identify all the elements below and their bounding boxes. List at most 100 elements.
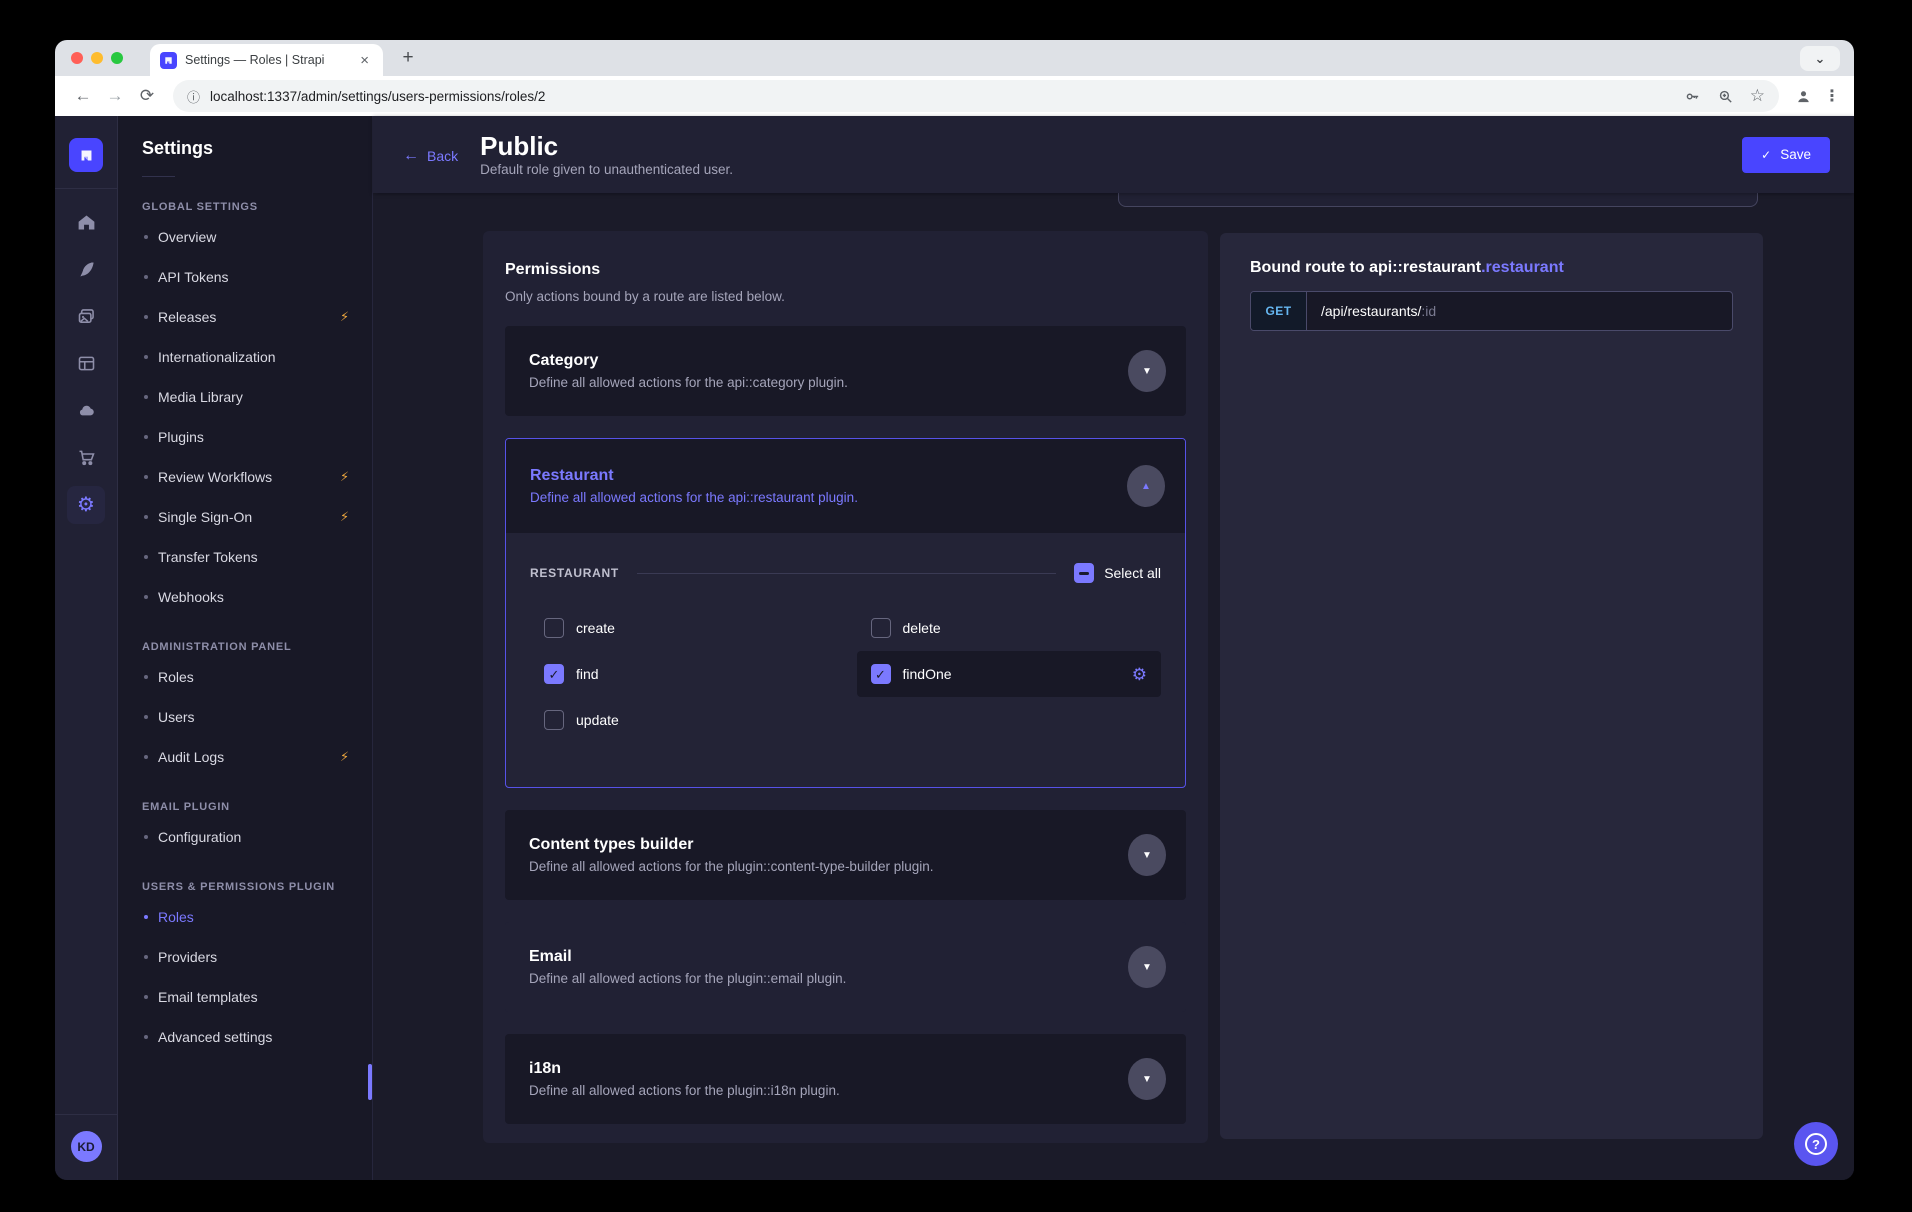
sidebar-item-media-library[interactable]: Media Library bbox=[118, 377, 372, 417]
action-update[interactable]: ✓ update bbox=[530, 697, 835, 743]
subject-divider bbox=[637, 573, 1056, 574]
sidebar-item-review-workflows[interactable]: Review Workflows⚡ bbox=[118, 457, 372, 497]
chevron-down-icon[interactable]: ▼ bbox=[1128, 1058, 1166, 1100]
browser-menu-icon[interactable]: ⋮ bbox=[1824, 86, 1840, 106]
tab-overflow-button[interactable]: ⌄ bbox=[1800, 46, 1840, 71]
advanced-settings-cog-icon[interactable]: ⚙ bbox=[1132, 666, 1147, 683]
subject-label: RESTAURANT bbox=[530, 566, 619, 580]
cloud-deploy-icon[interactable] bbox=[66, 387, 106, 434]
content-scroll-area[interactable]: Permissions Only actions bound by a rout… bbox=[373, 193, 1854, 1180]
content-type-builder-icon[interactable] bbox=[66, 340, 106, 387]
sidebar-item-up-email-templates[interactable]: Email templates bbox=[118, 977, 372, 1017]
maximize-window-button[interactable] bbox=[111, 52, 123, 64]
actions-grid: ✓ create ✓ delete ✓ find bbox=[530, 605, 1161, 743]
accordion-title: Email bbox=[529, 948, 846, 966]
section-label-email-plugin: EMAIL PLUGIN bbox=[142, 801, 348, 813]
page-subtitle: Default role given to unauthenticated us… bbox=[480, 162, 733, 177]
sidebar-item-plugins[interactable]: Plugins bbox=[118, 417, 372, 457]
content-manager-feather-icon[interactable] bbox=[66, 246, 106, 293]
action-label: delete bbox=[903, 620, 941, 636]
traffic-lights bbox=[71, 52, 123, 64]
section-label-global-settings: GLOBAL SETTINGS bbox=[142, 201, 348, 213]
marketplace-cart-icon[interactable] bbox=[66, 434, 106, 481]
chevron-up-icon[interactable]: ▲ bbox=[1127, 465, 1165, 507]
address-bar[interactable]: ⓘ localhost:1337/admin/settings/users-pe… bbox=[173, 80, 1779, 112]
description-input-partial[interactable] bbox=[1118, 193, 1758, 207]
minimize-window-button[interactable] bbox=[91, 52, 103, 64]
select-all-checkbox[interactable] bbox=[1074, 563, 1094, 583]
active-item-indicator bbox=[368, 1064, 372, 1100]
profile-avatar-icon[interactable] bbox=[1795, 88, 1812, 105]
sidebar-item-api-tokens[interactable]: API Tokens bbox=[118, 257, 372, 297]
browser-tab[interactable]: Settings — Roles | Strapi × bbox=[150, 44, 383, 76]
action-create[interactable]: ✓ create bbox=[530, 605, 835, 651]
browser-forward-icon[interactable]: → bbox=[101, 82, 129, 110]
sidebar-item-admin-users[interactable]: Users bbox=[118, 697, 372, 737]
select-all-control[interactable]: Select all bbox=[1074, 563, 1161, 583]
browser-reload-icon[interactable]: ⟳ bbox=[133, 82, 161, 110]
section-label-administration-panel: ADMINISTRATION PANEL bbox=[142, 641, 348, 653]
delete-checkbox[interactable]: ✓ bbox=[871, 618, 891, 638]
strapi-logo-icon[interactable] bbox=[69, 138, 103, 172]
main-area: ← Back Public Default role given to unau… bbox=[373, 116, 1854, 1180]
sidebar-item-webhooks[interactable]: Webhooks bbox=[118, 577, 372, 617]
action-find[interactable]: ✓ find bbox=[530, 651, 835, 697]
find-checkbox[interactable]: ✓ bbox=[544, 664, 564, 684]
sidebar-item-releases[interactable]: Releases⚡ bbox=[118, 297, 372, 337]
save-button[interactable]: ✓ Save bbox=[1742, 137, 1830, 173]
check-icon: ✓ bbox=[1761, 148, 1771, 162]
close-tab-icon[interactable]: × bbox=[356, 51, 373, 70]
sidebar-item-up-providers[interactable]: Providers bbox=[118, 937, 372, 977]
question-mark-icon: ? bbox=[1805, 1133, 1827, 1155]
action-delete[interactable]: ✓ delete bbox=[857, 605, 1162, 651]
back-link[interactable]: ← Back bbox=[403, 147, 458, 165]
sidebar-item-overview[interactable]: Overview bbox=[118, 217, 372, 257]
media-library-icon[interactable] bbox=[66, 293, 106, 340]
sidebar-item-admin-roles[interactable]: Roles bbox=[118, 657, 372, 697]
bound-route-title-suffix: .restaurant bbox=[1481, 259, 1564, 276]
chevron-down-icon[interactable]: ▼ bbox=[1128, 834, 1166, 876]
sidebar-item-up-roles[interactable]: Roles bbox=[118, 897, 372, 937]
accordion-email: Email Define all allowed actions for the… bbox=[505, 922, 1186, 1012]
bookmark-star-icon[interactable]: ☆ bbox=[1750, 86, 1765, 106]
url-text[interactable]: localhost:1337/admin/settings/users-perm… bbox=[210, 89, 1674, 104]
close-window-button[interactable] bbox=[71, 52, 83, 64]
section-label-users-permissions-plugin: USERS & PERMISSIONS PLUGIN bbox=[142, 881, 348, 893]
site-info-icon[interactable]: ⓘ bbox=[187, 87, 200, 106]
strapi-favicon-icon bbox=[160, 52, 177, 69]
accordion-description: Define all allowed actions for the api::… bbox=[530, 490, 858, 505]
accordion-category-header[interactable]: Category Define all allowed actions for … bbox=[505, 326, 1186, 416]
findone-checkbox[interactable]: ✓ bbox=[871, 664, 891, 684]
create-checkbox[interactable]: ✓ bbox=[544, 618, 564, 638]
accordion-restaurant-header[interactable]: Restaurant Define all allowed actions fo… bbox=[506, 439, 1185, 533]
help-button[interactable]: ? bbox=[1794, 1122, 1838, 1166]
flash-icon: ⚡ bbox=[340, 309, 349, 325]
zoom-in-icon[interactable] bbox=[1717, 88, 1734, 105]
accordion-restaurant: Restaurant Define all allowed actions fo… bbox=[505, 438, 1186, 788]
settings-gear-icon[interactable]: ⚙ bbox=[66, 481, 106, 528]
page-header: ← Back Public Default role given to unau… bbox=[373, 116, 1854, 193]
new-tab-button[interactable]: + bbox=[395, 45, 421, 71]
sidebar-item-transfer-tokens[interactable]: Transfer Tokens bbox=[118, 537, 372, 577]
sidebar-item-up-advanced-settings[interactable]: Advanced settings bbox=[118, 1017, 372, 1057]
sidebar-item-internationalization[interactable]: Internationalization bbox=[118, 337, 372, 377]
chevron-down-icon[interactable]: ▼ bbox=[1128, 350, 1166, 392]
save-label: Save bbox=[1780, 147, 1811, 162]
user-avatar[interactable]: KD bbox=[71, 1131, 102, 1162]
accordion-ctb-header[interactable]: Content types builder Define all allowed… bbox=[505, 810, 1186, 900]
tab-strip: Settings — Roles | Strapi × + ⌄ bbox=[55, 40, 1854, 76]
chevron-down-icon[interactable]: ▼ bbox=[1128, 946, 1166, 988]
accordion-description: Define all allowed actions for the plugi… bbox=[529, 859, 934, 874]
action-findone[interactable]: ✓ findOne ⚙ bbox=[857, 651, 1162, 697]
sidebar-item-audit-logs[interactable]: Audit Logs⚡ bbox=[118, 737, 372, 777]
update-checkbox[interactable]: ✓ bbox=[544, 710, 564, 730]
accordion-i18n-header[interactable]: i18n Define all allowed actions for the … bbox=[505, 1034, 1186, 1124]
accordion-email-header[interactable]: Email Define all allowed actions for the… bbox=[505, 922, 1186, 1012]
password-key-icon[interactable] bbox=[1684, 88, 1701, 105]
sidebar-item-single-sign-on[interactable]: Single Sign-On⚡ bbox=[118, 497, 372, 537]
home-icon[interactable] bbox=[66, 199, 106, 246]
accordion-description: Define all allowed actions for the plugi… bbox=[529, 1083, 840, 1098]
browser-back-icon[interactable]: ← bbox=[69, 82, 97, 110]
rail-bottom-divider bbox=[55, 1114, 118, 1115]
sidebar-item-email-configuration[interactable]: Configuration bbox=[118, 817, 372, 857]
